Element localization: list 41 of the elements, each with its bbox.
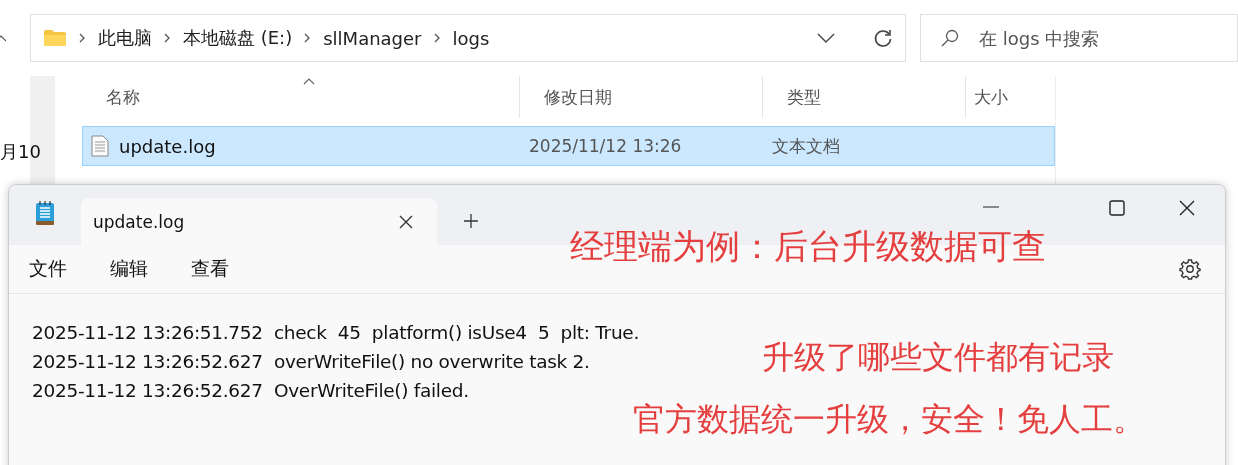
background-text: 月10	[0, 140, 41, 164]
modified-date: 2025/11/12 13:26	[528, 136, 683, 156]
menu-item[interactable]: 编辑	[110, 256, 148, 282]
chevron-right-icon	[164, 33, 171, 43]
column-header[interactable]: 大小	[966, 76, 1028, 118]
chevron-right-icon	[433, 33, 441, 43]
dropdown-chevron-icon[interactable]	[817, 33, 835, 43]
annotation-text: 升级了哪些文件都有记录	[762, 338, 1114, 377]
column-header[interactable]: 修改日期	[520, 76, 763, 118]
text-file-icon	[91, 135, 109, 157]
close-icon[interactable]	[1179, 200, 1195, 216]
breadcrumb-item[interactable]: 本地磁盘 (E:)	[183, 26, 293, 50]
file-row[interactable]: update.log 2025/11/12 13:26 文本文档	[82, 126, 1055, 166]
annotation-text: 经理端为例：后台升级数据可查	[570, 226, 1046, 267]
notepad-icon	[35, 200, 55, 226]
log-line: 2025-11-12 13:26:52.627 OverWriteFile() failed.	[32, 379, 469, 403]
new-tab-icon[interactable]	[463, 213, 479, 229]
log-line: 2025-11-12 13:26:52.627 overWriteFile() no overwrite task 2.	[32, 350, 590, 374]
search-field[interactable]: 在 logs 中搜索	[920, 14, 1238, 62]
refresh-icon[interactable]	[873, 28, 893, 48]
file-type: 文本文档	[771, 134, 841, 158]
maximize-icon[interactable]	[1109, 200, 1125, 216]
column-header[interactable]: 类型	[763, 76, 966, 118]
menu-item[interactable]: 查看	[191, 256, 229, 282]
chevron-right-icon	[304, 33, 312, 43]
breadcrumb-item[interactable]: 此电脑	[98, 26, 152, 50]
close-tab-icon[interactable]	[399, 214, 413, 229]
file-name: update.log	[119, 135, 216, 157]
breadcrumb-item[interactable]: sllManager	[323, 27, 422, 49]
folder-icon	[43, 29, 67, 47]
address-bar[interactable]: 此电脑 本地磁盘 (E:) sllManager logs	[30, 14, 906, 62]
menu-item[interactable]: 文件	[29, 256, 67, 282]
search-icon	[940, 28, 960, 48]
settings-icon[interactable]	[1179, 258, 1201, 280]
tab[interactable]: update.log	[81, 198, 437, 245]
column-header[interactable]: 名称	[82, 76, 520, 118]
sort-up-icon	[303, 78, 315, 85]
annotation-text: 官方数据统一升级，安全！免人工。	[633, 400, 1145, 439]
chevron-right-icon	[79, 33, 86, 43]
breadcrumb-item[interactable]: logs	[452, 27, 490, 49]
log-line: 2025-11-12 13:26:51.752 check 45 platform() isUse4 5 plt: True.	[32, 321, 639, 345]
